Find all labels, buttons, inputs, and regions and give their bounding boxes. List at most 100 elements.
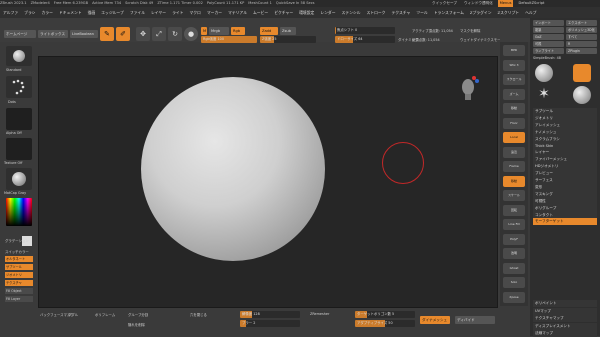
right-tool-button[interactable]: Floor (503, 117, 525, 129)
right-tool-button[interactable]: Solo (503, 277, 525, 288)
alternate-button[interactable]: オルタネート (5, 256, 33, 262)
target-poly-slider[interactable]: ターゲットポリゴン数 5 (355, 311, 415, 318)
right-tool-button[interactable]: 移動 (503, 103, 525, 114)
adaptive-slider[interactable]: アダプティブサイズ 50 (355, 320, 415, 327)
cancel-mask[interactable]: マスクを解除 (460, 28, 480, 33)
menu-21[interactable]: Zプラグイン (470, 7, 492, 18)
mrgb-button[interactable]: Mrgb (209, 27, 229, 35)
menu-12[interactable]: ムービー (253, 7, 268, 18)
panel-top-button[interactable]: すべて (566, 34, 597, 40)
menu-2[interactable]: カラー (41, 7, 52, 18)
right-tool-button[interactable]: Ghost (503, 262, 525, 274)
rgb-intensity-slider[interactable]: Rgb強度 100 (201, 36, 257, 43)
left-item[interactable]: ジオメトリ (5, 272, 33, 278)
left-item[interactable]: Fill Layer (5, 296, 33, 302)
sphere-thumb-icon[interactable] (535, 64, 553, 82)
panel-menu-item[interactable]: ポリペイント (533, 300, 597, 307)
right-tool-button[interactable]: SPix 3 (503, 59, 525, 71)
right-tool-button[interactable]: 透明 (503, 248, 525, 259)
menu-11[interactable]: マテリアル (228, 7, 247, 18)
double-button[interactable]: ダブル (68, 312, 78, 317)
panel-menu-item[interactable]: UVマップ (533, 307, 597, 315)
material-sphere-button[interactable]: ● (184, 27, 198, 41)
close-holes[interactable]: 穴を閉じる (190, 312, 207, 317)
panel-menu-item[interactable]: テクスチャマップ (533, 315, 597, 322)
title-right-item[interactable]: DefaultZScript (516, 0, 546, 7)
home-button[interactable]: ホームページ (4, 30, 36, 38)
menu-19[interactable]: ツール (416, 7, 427, 18)
group-split[interactable]: グループ分割 (128, 312, 148, 317)
right-tool-button[interactable]: ズーム (503, 88, 525, 100)
right-tool-button[interactable]: スケール (503, 190, 525, 201)
right-tool-button[interactable]: 回転 (503, 204, 525, 216)
menu-20[interactable]: トランスフォーム (434, 7, 464, 18)
menu-22[interactable]: Zスクリプト (498, 7, 520, 18)
menu-10[interactable]: マーカー (207, 7, 222, 18)
lightbox-button[interactable]: ライトボックス (38, 30, 68, 38)
texture-thumbnail[interactable] (6, 138, 32, 160)
menu-18[interactable]: テクスチャ (391, 7, 410, 18)
delete-hidden[interactable]: 隠れを削除 (128, 322, 145, 327)
divide-button[interactable]: ディバイド (455, 316, 495, 324)
canvas-viewport[interactable] (38, 56, 498, 308)
focal-shift-slider[interactable]: 焦点シフト 0 (335, 27, 395, 34)
right-tool-button[interactable]: スクロール (503, 74, 525, 85)
title-right-item[interactable]: ウィンドウ透明化 (462, 0, 495, 7)
right-tool-button[interactable]: Xpose (503, 291, 525, 303)
panel-menu-item[interactable]: モーフターゲット (533, 218, 597, 226)
weight-dynamics[interactable]: ウェイトダイナミクスモード (460, 37, 500, 42)
mrgb-toggle[interactable]: M (201, 27, 207, 35)
right-tool-button[interactable]: PolyF (503, 233, 525, 245)
brush-thumbnail[interactable] (6, 46, 32, 66)
left-item[interactable]: テクスチャ (5, 280, 33, 286)
menu-3[interactable]: ドキュメント (59, 7, 82, 18)
right-tool-button[interactable]: 移動 (503, 175, 525, 187)
right-tool-button[interactable]: Frame (503, 161, 525, 172)
menu-14[interactable]: 環境設定 (299, 7, 314, 18)
title-right-item[interactable]: クイックセーブ (430, 0, 459, 7)
zsub-button[interactable]: Zsub (280, 27, 296, 35)
panel-top-button[interactable]: R (566, 41, 597, 47)
panel-top-button[interactable]: ポリメッシュ3D化 (566, 27, 597, 33)
menu-23[interactable]: ヘルプ (525, 7, 536, 18)
menu-9[interactable]: マクロ (189, 7, 200, 18)
menu-5[interactable]: エッジループ (101, 7, 124, 18)
rotate-button[interactable]: ↻ (168, 27, 182, 41)
panel-top-button[interactable]: ZPlugin (566, 48, 597, 54)
color-picker[interactable] (6, 198, 32, 226)
draw-size-slider[interactable]: ドローサイズ 64 (335, 36, 395, 43)
panel-top-button[interactable]: GoZ (533, 34, 564, 40)
menu-7[interactable]: レイヤー (151, 7, 166, 18)
menu-17[interactable]: ストローク (367, 7, 386, 18)
draw-button[interactable]: ✐ (116, 27, 130, 41)
resolution-slider[interactable]: 解像度 128 (240, 311, 300, 318)
menu-6[interactable]: ファイル (130, 7, 145, 18)
menu-8[interactable]: ライト (172, 7, 183, 18)
menu-15[interactable]: レンダー (320, 7, 335, 18)
liveboolean-button[interactable]: LiveBoolean (70, 30, 98, 38)
zadd-button[interactable]: Zadd (260, 27, 278, 35)
rgb-button[interactable]: Rgb (231, 27, 245, 35)
polyframe-button[interactable]: ポリフレーム (95, 312, 115, 317)
right-tool-button[interactable]: 遠近 (503, 146, 525, 158)
scale-button[interactable]: ⤢ (152, 27, 166, 41)
menu-16[interactable]: ステンシル (342, 7, 361, 18)
right-tool-button[interactable]: Local (503, 132, 525, 143)
menu-4[interactable]: 描画 (88, 7, 96, 18)
zremesher-label[interactable]: ZRemesher (310, 312, 329, 316)
sphere-mesh[interactable] (141, 77, 325, 261)
right-tool-button[interactable]: Line Fill (503, 219, 525, 230)
simplebrush-thumb-icon[interactable] (573, 64, 591, 82)
blur-slider[interactable]: ブラー 2 (240, 320, 300, 327)
z-intensity-slider[interactable]: Z強度 25 (260, 36, 316, 43)
menu-13[interactable]: ピクチャー (274, 7, 293, 18)
polymesh-thumb-icon[interactable]: ✶ (535, 86, 553, 104)
menu-1[interactable]: ブラシ (24, 7, 35, 18)
navigation-head-icon[interactable] (459, 75, 479, 103)
panel-menu-item[interactable]: ディスプレイスメント (533, 322, 597, 330)
left-item[interactable]: Fill Object (5, 288, 33, 294)
right-tool-button[interactable]: BPR (503, 45, 525, 56)
title-right-item[interactable]: Menus (497, 0, 514, 7)
left-item[interactable]: サブツール (5, 264, 33, 270)
move-button[interactable]: ✥ (136, 27, 150, 41)
